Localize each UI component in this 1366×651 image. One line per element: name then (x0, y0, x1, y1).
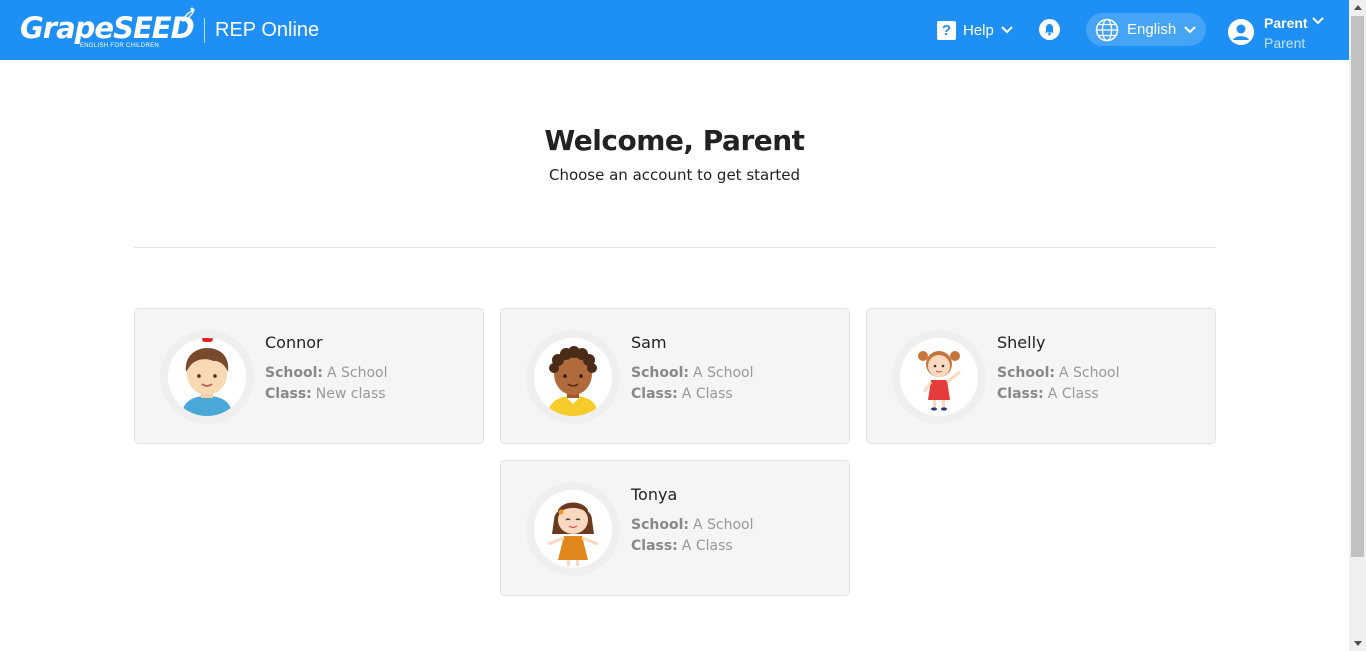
school-label: School: (631, 517, 689, 533)
user-avatar-icon (1228, 19, 1254, 45)
school-row: School: A School (631, 517, 754, 533)
scroll-up-arrow-icon[interactable] (1349, 0, 1366, 15)
chevron-down-icon (1312, 17, 1324, 25)
account-name: Connor (265, 333, 323, 352)
help-menu[interactable]: ? Help (937, 19, 1013, 41)
class-label: Class: (265, 386, 312, 402)
welcome-subtitle: Choose an account to get started (548, 166, 801, 184)
scroll-down-arrow-icon[interactable] (1349, 636, 1366, 651)
account-name: Shelly (997, 333, 1046, 352)
school-label: School: (265, 365, 323, 381)
grapeseed-logo[interactable]: GrapeSEED ENGLISH FOR CHILDREN (20, 7, 196, 53)
notification-bell-icon[interactable] (1039, 19, 1060, 40)
boy-avatar-icon (548, 346, 598, 416)
language-selector[interactable]: English (1086, 13, 1206, 46)
class-value: A Class (681, 538, 733, 554)
chevron-down-icon (1001, 26, 1013, 34)
class-label: Class: (997, 386, 1044, 402)
help-icon: ? (937, 20, 956, 40)
welcome-title: Welcome, Parent (544, 124, 805, 157)
user-menu[interactable]: Parent Parent (1228, 13, 1338, 51)
class-label: Class: (631, 386, 678, 402)
girl-avatar-icon (547, 502, 599, 566)
account-card-connor[interactable]: Connor School: A School Class: New class (134, 308, 484, 444)
user-role: Parent (1264, 35, 1306, 51)
class-value: A Class (681, 386, 733, 402)
scroll-thumb[interactable] (1351, 16, 1364, 557)
user-name: Parent (1264, 15, 1308, 31)
language-label: English (1127, 21, 1177, 38)
school-value: A School (1058, 365, 1120, 381)
school-row: School: A School (265, 365, 388, 381)
logo-tagline: ENGLISH FOR CHILDREN (80, 43, 160, 49)
avatar (526, 482, 620, 576)
class-row: Class: A Class (997, 386, 1099, 402)
help-label: Help (963, 21, 994, 39)
account-card-tonya[interactable]: Tonya School: A School Class: A Class (500, 460, 850, 596)
school-value: A School (692, 365, 754, 381)
vertical-scrollbar[interactable] (1349, 0, 1366, 651)
top-header: GrapeSEED ENGLISH FOR CHILDREN REP Onlin… (0, 0, 1349, 60)
header-divider (204, 18, 205, 43)
chevron-down-icon (1184, 25, 1196, 33)
school-label: School: (997, 365, 1055, 381)
avatar (160, 330, 254, 424)
school-value: A School (326, 365, 388, 381)
class-row: Class: New class (265, 386, 386, 402)
account-name: Sam (631, 333, 667, 352)
account-card-sam[interactable]: Sam School: A School Class: A Class (500, 308, 850, 444)
school-row: School: A School (631, 365, 754, 381)
globe-icon (1095, 18, 1119, 41)
section-divider (134, 247, 1216, 248)
class-value: New class (315, 386, 386, 402)
account-card-shelly[interactable]: Shelly School: A School Class: A Class (866, 308, 1216, 444)
avatar (526, 330, 620, 424)
avatar (892, 330, 986, 424)
class-row: Class: A Class (631, 386, 733, 402)
leaf-icon (181, 7, 196, 23)
boy-avatar-icon (182, 338, 232, 416)
girl-avatar-icon (918, 351, 961, 411)
school-value: A School (692, 517, 754, 533)
account-name: Tonya (631, 485, 678, 504)
class-value: A Class (1047, 386, 1099, 402)
app-title: REP Online (215, 19, 320, 41)
school-label: School: (631, 365, 689, 381)
school-row: School: A School (997, 365, 1120, 381)
class-row: Class: A Class (631, 538, 733, 554)
class-label: Class: (631, 538, 678, 554)
logo-wordmark: GrapeSEED (20, 11, 195, 45)
